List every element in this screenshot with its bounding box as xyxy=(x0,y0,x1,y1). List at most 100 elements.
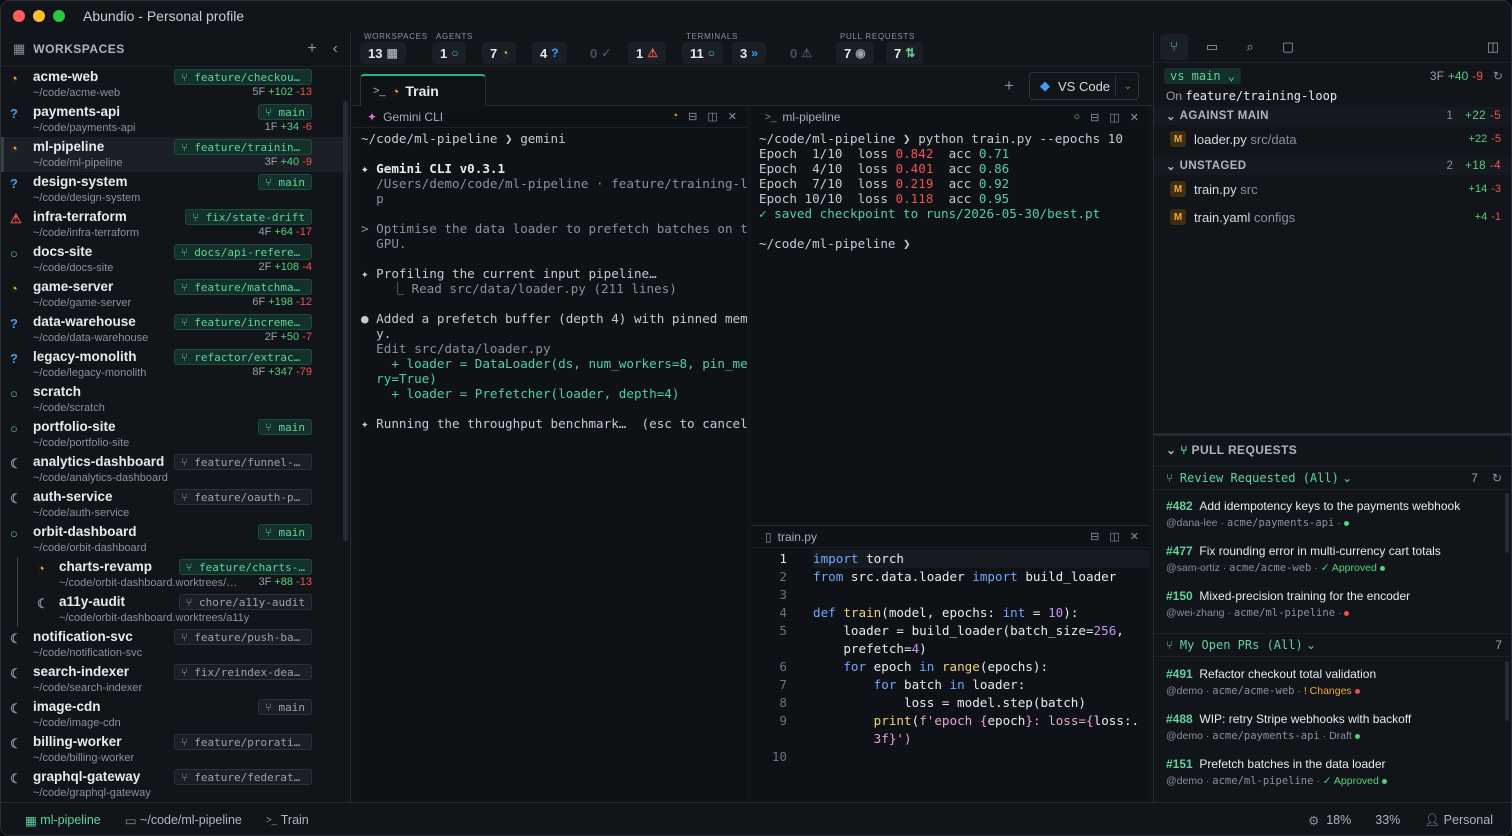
pr-item[interactable]: #488 WIP: retry Stripe webhooks with bac… xyxy=(1166,712,1506,742)
refresh-icon[interactable]: ↻ xyxy=(1492,471,1502,485)
agents-question-chip[interactable]: 4? xyxy=(532,42,567,64)
search-icon[interactable]: ⌕ xyxy=(1236,34,1264,60)
my-open-prs-header[interactable]: ⑂ My Open PRs (All) ⌄ 7 xyxy=(1154,633,1511,657)
workspace-item-game-server[interactable]: ◔ game-server ~/code/game-server ⑂ feature/… xyxy=(1,277,350,312)
new-tab-button[interactable]: + xyxy=(1004,76,1014,96)
sidebar-scrollbar[interactable] xyxy=(343,101,348,541)
code-view[interactable]: 1 2 3 4 5 6 7 8 9 10 import torch from src.data.lo… xyxy=(751,550,1149,802)
folder-icon[interactable]: ▭ xyxy=(1198,34,1226,60)
source-control-icon[interactable]: ⑂ xyxy=(1160,33,1188,60)
status-workspace[interactable]: ml-pipeline xyxy=(40,813,100,827)
workspace-item-auth-service[interactable]: ☾ auth-service ~/code/auth-service ⑂ featur… xyxy=(1,487,350,522)
compare-base-select[interactable]: vs main ⌄ xyxy=(1164,68,1242,84)
workspace-item-payments-api[interactable]: ? payments-api ~/code/payments-api ⑂ main 1F… xyxy=(1,102,350,137)
workspace-item-a11y-audit[interactable]: ☾ a11y-audit ~/code/orbit-dashboard.worktr… xyxy=(1,592,350,627)
minimize-pane-icon[interactable]: ⊟ xyxy=(1090,530,1099,543)
status-terminal[interactable]: Train xyxy=(281,813,309,827)
line-number: 5 xyxy=(779,623,787,638)
workspace-item-charts-revamp[interactable]: ◔ charts-revamp ~/code/orbit-dashboard.wor… xyxy=(1,557,350,592)
refresh-icon[interactable]: ↻ xyxy=(1493,69,1503,83)
review-requested-header[interactable]: ⑂ Review Requested (All) ⌄ 7 ↻ xyxy=(1154,466,1511,490)
workspace-name: orbit-dashboard xyxy=(33,524,137,539)
workspace-item-billing-worker[interactable]: ☾ billing-worker ~/code/billing-worker ⑂ fe… xyxy=(1,732,350,767)
workspaces-count-chip[interactable]: 13 ▦ xyxy=(360,42,406,64)
split-pane-icon[interactable]: ◫ xyxy=(1109,111,1119,124)
agents-error-chip[interactable]: 1 ⚠ xyxy=(628,42,666,64)
prs-review-chip[interactable]: 7 ◉ xyxy=(836,42,874,64)
pr-item[interactable]: #150 Mixed-precision training for the en… xyxy=(1166,589,1506,619)
prs-open-chip[interactable]: 7 ⇅ xyxy=(886,42,924,64)
workspace-item-acme-web[interactable]: ◔ acme-web ~/code/acme-web ⑂ feature/checko… xyxy=(1,67,350,102)
collapse-sidebar-button[interactable]: ‹ xyxy=(333,40,338,58)
close-icon[interactable]: ✕ xyxy=(1130,530,1139,543)
status-profile[interactable]: Personal xyxy=(1444,813,1493,827)
editor-pane[interactable]: ▯ train.py ⊟ ◫ ✕ 1 2 3 4 5 6 7 8 9 10 import torch f… xyxy=(751,525,1149,802)
sidebar-toggle-icon[interactable]: ◫ xyxy=(1479,34,1507,60)
add-workspace-button[interactable]: + xyxy=(307,40,316,58)
close-window-button[interactable] xyxy=(13,10,25,22)
pr-scrollbar[interactable] xyxy=(1505,493,1509,553)
workspace-item-orbit-dashboard[interactable]: ○ orbit-dashboard ~/code/orbit-dashboard ⑂ … xyxy=(1,522,350,557)
close-icon[interactable]: ✕ xyxy=(1130,111,1139,124)
agents-done-chip[interactable]: 0 ✓ xyxy=(582,42,619,64)
terminals-error-chip[interactable]: 0 ⚠ xyxy=(782,42,820,64)
workspace-item-infra-terraform[interactable]: ⚠ infra-terraform ~/code/infra-terraform ⑂ … xyxy=(1,207,350,242)
editor-filename: train.py xyxy=(777,529,817,544)
minimize-pane-icon[interactable]: ⊟ xyxy=(688,110,697,123)
minimize-window-button[interactable] xyxy=(33,10,45,22)
zoom-window-button[interactable] xyxy=(53,10,65,22)
terminals-idle-chip[interactable]: 11 ○ xyxy=(682,42,723,64)
panel-divider[interactable] xyxy=(1154,433,1511,436)
workspace-item-notification-svc[interactable]: ☾ notification-svc ~/code/notification-svc… xyxy=(1,627,350,662)
pr-item[interactable]: #151 Prefetch batches in the data loader… xyxy=(1166,757,1506,787)
close-icon[interactable]: ✕ xyxy=(728,110,737,123)
pr-item[interactable]: #491 Refactor checkout total validation @… xyxy=(1166,667,1506,697)
workspace-item-search-indexer[interactable]: ☾ search-indexer ~/code/search-indexer ⑂ fi… xyxy=(1,662,350,697)
ml-pipeline-terminal-pane[interactable]: >_ ml-pipeline ○ ⊟ ◫ ✕ ~/code/ml-pipeline ❯… xyxy=(751,106,1149,523)
unstaged-header[interactable]: ⌄ UNSTAGED 2 +18 -4 xyxy=(1154,157,1511,175)
workspace-item-data-warehouse[interactable]: ? data-warehouse ~/code/data-warehouse ⑂ fe… xyxy=(1,312,350,347)
workspace-item-image-cdn[interactable]: ☾ image-cdn ~/code/image-cdn ⑂ main xyxy=(1,697,350,732)
review-requested-label: Review Requested (All) xyxy=(1179,471,1339,485)
agents-running-chip[interactable]: 7 ◔ xyxy=(482,42,517,64)
changed-file-train-yaml[interactable]: Mtrain.yaml configs +4 -1 xyxy=(1154,203,1511,231)
code-source[interactable]: import torch from src.data.loader import … xyxy=(813,550,1149,766)
gemini-output: ~/code/ml-pipeline ❯ gemini ✦ Gemini CLI … xyxy=(353,128,747,434)
against-main-header[interactable]: ⌄ AGAINST MAIN 1 +22 -5 xyxy=(1154,107,1511,125)
gemini-terminal-pane[interactable]: ✦ Gemini CLI ◔ ⊟ ◫ ✕ ~/code/ml-pipeline ❯ g… xyxy=(353,106,747,802)
workspace-item-ml-pipeline[interactable]: ◔ ml-pipeline ~/code/ml-pipeline ⑂ feature/… xyxy=(1,137,350,172)
changed-file-loader[interactable]: Mloader.py src/data +22 -5 xyxy=(1154,125,1511,153)
pr-scrollbar[interactable] xyxy=(1505,661,1509,721)
pull-requests-header[interactable]: ⌄ ⑂ PULL REQUESTS xyxy=(1154,439,1511,461)
epoch-label: Epoch 1/10 xyxy=(759,146,843,161)
workspace-item-graphql-gateway[interactable]: ☾ graphql-gateway ~/code/graphql-gateway ⑂ … xyxy=(1,767,350,802)
split-pane-icon[interactable]: ◫ xyxy=(1109,530,1119,543)
diff-additions: +50 xyxy=(280,331,300,343)
minimize-pane-icon[interactable]: ⊟ xyxy=(1090,111,1099,124)
workspace-name: billing-worker xyxy=(33,734,122,749)
workspace-item-scratch[interactable]: ○ scratch ~/code/scratch xyxy=(1,382,350,417)
tab-train[interactable]: >_ ◔ Train xyxy=(360,74,486,106)
workspace-path: ~/code/orbit-dashboard.worktrees/… xyxy=(59,577,238,589)
workspace-item-docs-site[interactable]: ○ docs-site ~/code/docs-site ⑂ docs/api-ref… xyxy=(1,242,350,277)
changed-file-train-py[interactable]: Mtrain.py src +14 -3 xyxy=(1154,175,1511,203)
workspace-item-portfolio-site[interactable]: ○ portfolio-site ~/code/portfolio-site ⑂ ma… xyxy=(1,417,350,452)
notes-icon[interactable]: ▢ xyxy=(1274,34,1302,60)
agents-idle-chip[interactable]: 1 ○ xyxy=(432,42,467,64)
chevron-down-icon[interactable]: ⌄ xyxy=(1124,81,1132,92)
pr-item[interactable]: #477 Fix rounding error in multi-currenc… xyxy=(1166,544,1506,574)
split-pane-icon[interactable]: ◫ xyxy=(707,110,717,123)
workspace-item-analytics-dashboard[interactable]: ☾ analytics-dashboard ~/code/analytics-das… xyxy=(1,452,350,487)
terminals-active-chip[interactable]: 3» xyxy=(732,42,766,64)
workspace-item-design-system[interactable]: ? design-system ~/code/design-system ⑂ main xyxy=(1,172,350,207)
workspace-item-legacy-monolith[interactable]: ? legacy-monolith ~/code/legacy-monolith ⑂ … xyxy=(1,347,350,382)
vscode-icon: ◆ xyxy=(1040,78,1050,93)
open-in-vscode-button[interactable]: ◆ VS Code ⌄ xyxy=(1029,72,1139,100)
idle-circle-icon: ○ xyxy=(10,386,18,401)
status-path[interactable]: ~/code/ml-pipeline xyxy=(140,813,242,827)
pr-item[interactable]: #482 Add idempotency keys to the payment… xyxy=(1166,499,1506,529)
branch-badge: ⑂ main xyxy=(258,699,312,715)
workspaces-label: WORKSPACES xyxy=(364,32,428,41)
